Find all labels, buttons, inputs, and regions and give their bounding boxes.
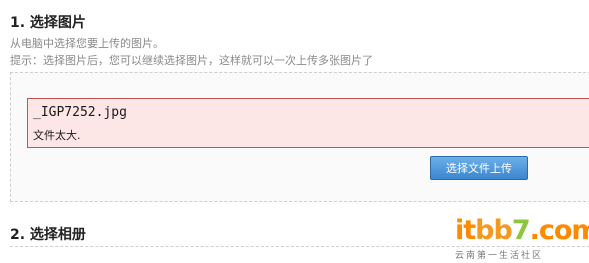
step1-description: 从电脑中选择您要上传的图片。 [10, 37, 164, 50]
watermark-subtitle: 云南第一生活社区 [455, 251, 544, 261]
upload-error-box: _IGP7252.jpg 文件太大. [27, 98, 589, 148]
watermark-logo-com: .com [529, 215, 589, 246]
step1-title: 1. 选择图片 [10, 15, 86, 31]
watermark-logo-it: it [455, 215, 476, 246]
watermark-logo-7: 7 [511, 215, 531, 246]
error-filename: _IGP7252.jpg [33, 105, 127, 120]
step1-hint: 提示：选择图片后，您可以继续选择图片，这样就可以一次上传多张图片了 [10, 54, 373, 67]
watermark-logo-bb: bb [475, 215, 513, 246]
watermark-logo: itbb7.com [455, 216, 589, 246]
error-message: 文件太大. [33, 129, 81, 142]
select-file-upload-button[interactable]: 选择文件上传 [430, 156, 528, 180]
site-watermark: itbb7.com 云南第一生活社区 [455, 216, 589, 263]
step2-title: 2. 选择相册 [10, 227, 86, 243]
